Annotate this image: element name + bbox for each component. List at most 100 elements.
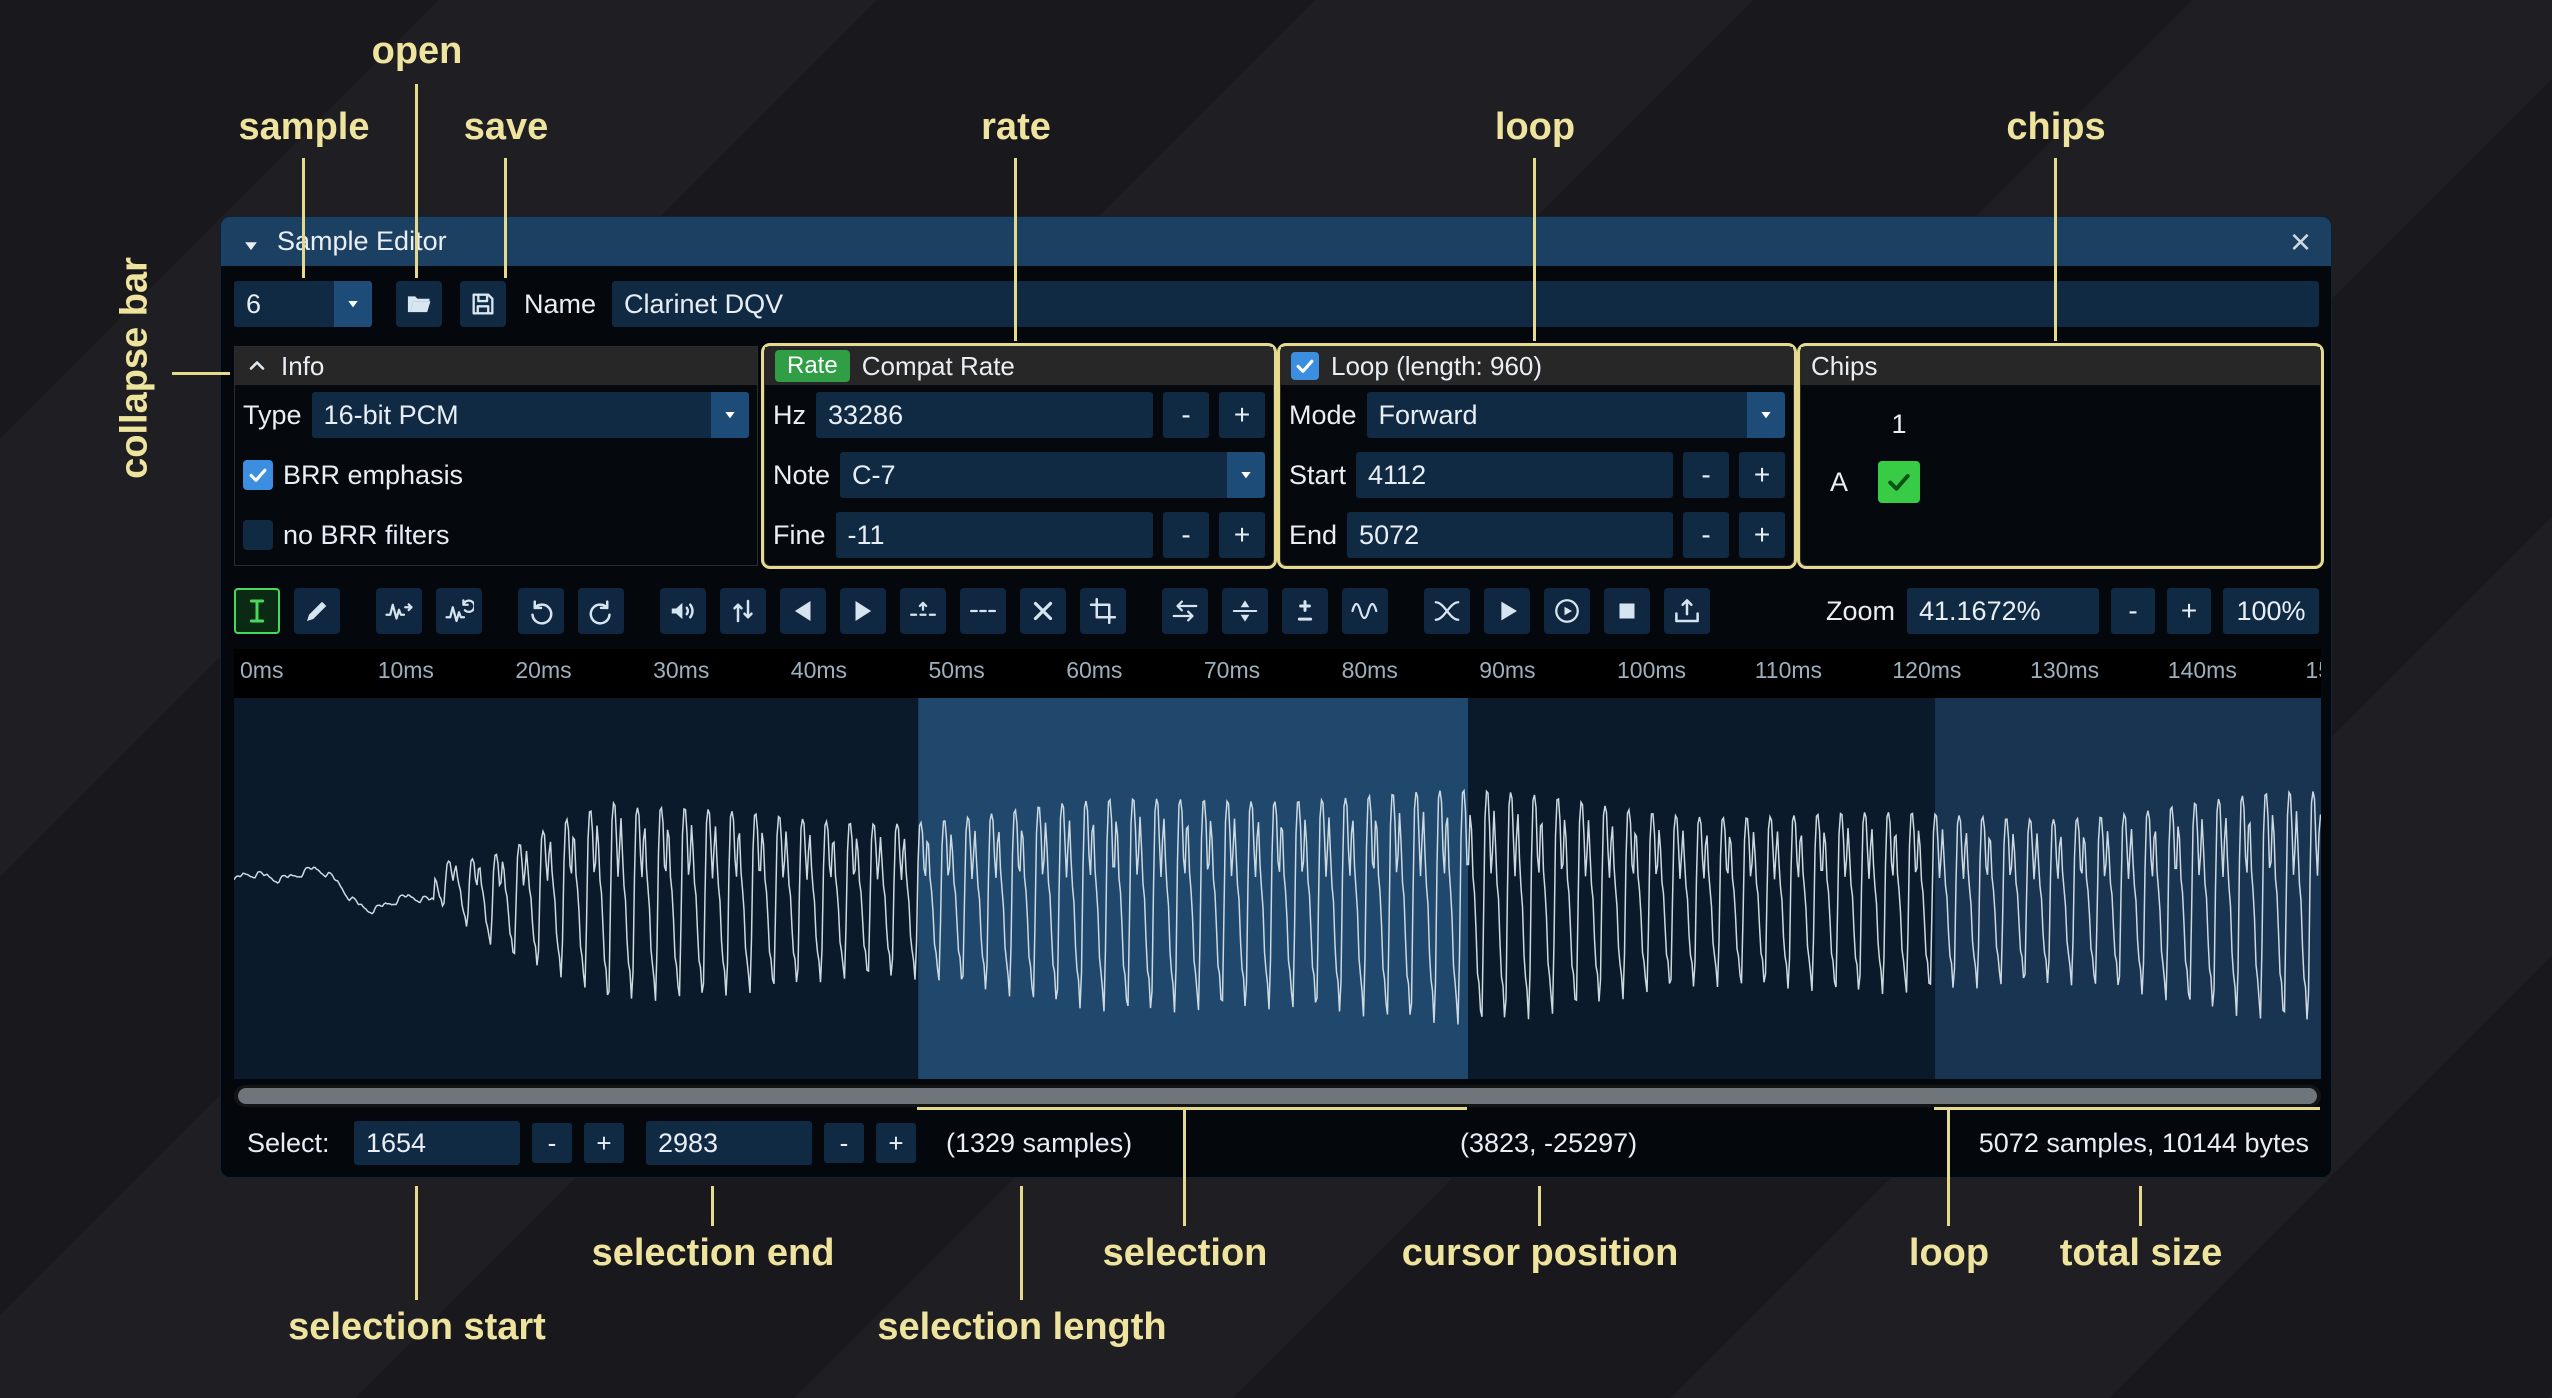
chevron-down-icon[interactable] — [1747, 392, 1785, 438]
loop-mode-select[interactable]: Forward — [1367, 392, 1785, 438]
ruler-label: 80ms — [1342, 657, 1398, 684]
no-brr-filters-checkbox[interactable] — [243, 520, 273, 550]
hz-increase-button[interactable]: + — [1219, 392, 1265, 438]
selection-end-input[interactable]: 2983 — [646, 1121, 812, 1165]
signed-unsigned-button[interactable] — [1282, 588, 1328, 634]
window-title: Sample Editor — [277, 226, 447, 257]
insert-silence-button[interactable] — [900, 588, 946, 634]
annotation-selection: selection — [1103, 1232, 1268, 1275]
annotation-collapse-bar: collapse bar — [114, 257, 157, 479]
name-label: Name — [524, 289, 596, 320]
normalize-button[interactable] — [720, 588, 766, 634]
reverse-button[interactable] — [1162, 588, 1208, 634]
loop-end-increase-button[interactable]: + — [1739, 512, 1785, 558]
open-sample-button[interactable] — [396, 281, 442, 327]
ruler-label: 110ms — [1755, 657, 1822, 684]
amplify-button[interactable] — [660, 588, 706, 634]
selection-start-decrease-button[interactable]: - — [532, 1123, 572, 1163]
preview-button[interactable] — [1484, 588, 1530, 634]
selection-start-increase-button[interactable]: + — [584, 1123, 624, 1163]
info-panel: Info Type 16-bit PCM BRR emphasis no BRR… — [234, 346, 758, 566]
desktop-background: Sample Editor × 6 Name Clarinet DQV Info… — [0, 0, 2552, 1398]
sample-type-select[interactable]: 16-bit PCM — [312, 392, 749, 438]
undo-button[interactable] — [518, 588, 564, 634]
scrollbar-thumb[interactable] — [238, 1088, 2317, 1104]
delete-button[interactable] — [1020, 588, 1066, 634]
chevron-down-icon[interactable] — [1227, 452, 1265, 498]
sample-toolbar: Zoom 41.1672% - + 100% — [234, 584, 2319, 638]
type-label: Type — [243, 400, 302, 431]
collapse-bar-button[interactable] — [245, 354, 269, 378]
ruler-label: 150ms — [2306, 657, 2322, 684]
ruler-label: 100ms — [1617, 657, 1686, 684]
fade-in-button[interactable] — [780, 588, 826, 634]
loop-start-increase-button[interactable]: + — [1739, 452, 1785, 498]
chip-a-enable-checkbox[interactable] — [1878, 461, 1920, 503]
loop-panel: Loop (length: 960) Mode Forward Start 41… — [1280, 346, 1794, 566]
zoom-input[interactable]: 41.1672% — [1907, 588, 2099, 634]
selection-end-decrease-button[interactable]: - — [824, 1123, 864, 1163]
chevron-down-icon[interactable] — [711, 392, 749, 438]
annotation-line — [1538, 1186, 1541, 1226]
fine-decrease-button[interactable]: - — [1163, 512, 1209, 558]
hz-input[interactable]: 33286 — [816, 392, 1153, 438]
edit-mode-select-button[interactable] — [234, 588, 280, 634]
loop-start-input[interactable]: 4112 — [1356, 452, 1673, 498]
annotation-open: open — [372, 30, 463, 73]
loop-start-decrease-button[interactable]: - — [1683, 452, 1729, 498]
apply-filter-button[interactable] — [1342, 588, 1388, 634]
folder-open-icon — [405, 290, 433, 318]
waveform-view[interactable] — [234, 698, 2321, 1079]
hz-decrease-button[interactable]: - — [1163, 392, 1209, 438]
ruler-label: 60ms — [1066, 657, 1122, 684]
crossfade-button[interactable] — [1424, 588, 1470, 634]
sample-name-input[interactable]: Clarinet DQV — [612, 281, 2319, 327]
resize-button[interactable] — [376, 588, 422, 634]
brr-emphasis-checkbox[interactable] — [243, 460, 273, 490]
annotation-total-size: total size — [2060, 1232, 2223, 1275]
close-button[interactable]: × — [2290, 224, 2311, 260]
waveform-scrollbar[interactable] — [234, 1085, 2321, 1107]
info-panel-header: Info — [235, 347, 757, 385]
window-collapse-icon[interactable] — [241, 232, 261, 252]
loop-enable-checkbox[interactable] — [1291, 352, 1319, 380]
edit-mode-draw-button[interactable] — [294, 588, 340, 634]
annotation-save: save — [464, 106, 549, 149]
loop-end-input[interactable]: 5072 — [1347, 512, 1673, 558]
no-brr-filters-label: no BRR filters — [283, 520, 450, 551]
invert-button[interactable] — [1222, 588, 1268, 634]
zoom-in-button[interactable]: + — [2167, 588, 2211, 634]
save-sample-button[interactable] — [460, 281, 506, 327]
ruler-label: 140ms — [2168, 657, 2237, 684]
sample-selector[interactable]: 6 — [234, 281, 372, 327]
import-raw-button[interactable] — [1664, 588, 1710, 634]
zoom-out-button[interactable]: - — [2111, 588, 2155, 634]
cursor-position-text: (3823, -25297) — [1460, 1119, 1637, 1167]
apply-silence-button[interactable] — [960, 588, 1006, 634]
zoom-reset-button[interactable]: 100% — [2223, 588, 2319, 634]
chips-header-label: Chips — [1811, 351, 1877, 382]
titlebar[interactable]: Sample Editor × — [221, 217, 2331, 266]
loop-end-decrease-button[interactable]: - — [1683, 512, 1729, 558]
fine-increase-button[interactable]: + — [1219, 512, 1265, 558]
fade-out-button[interactable] — [840, 588, 886, 634]
selection-end-increase-button[interactable]: + — [876, 1123, 916, 1163]
mode-label: Mode — [1289, 400, 1357, 431]
fine-input[interactable]: -11 — [836, 512, 1153, 558]
chevron-down-icon[interactable] — [334, 281, 372, 327]
selection-start-input[interactable]: 1654 — [354, 1121, 520, 1165]
trim-button[interactable] — [1080, 588, 1126, 634]
stop-preview-button[interactable] — [1604, 588, 1650, 634]
redo-button[interactable] — [578, 588, 624, 634]
preview-loop-button[interactable] — [1544, 588, 1590, 634]
rate-panel: Rate Compat Rate Hz 33286 - + Note C-7 — [764, 346, 1274, 566]
annotation-loop-bottom: loop — [1909, 1232, 1989, 1275]
ruler-label: 70ms — [1204, 657, 1260, 684]
resample-button[interactable] — [436, 588, 482, 634]
loop-header-label: Loop (length: 960) — [1331, 351, 1542, 382]
ruler-label: 20ms — [515, 657, 571, 684]
note-select[interactable]: C-7 — [840, 452, 1265, 498]
ruler-label: 50ms — [929, 657, 985, 684]
sample-editor-window: Sample Editor × 6 Name Clarinet DQV Info… — [220, 216, 2332, 1178]
time-ruler[interactable]: 0ms10ms20ms30ms40ms50ms60ms70ms80ms90ms1… — [234, 649, 2321, 698]
